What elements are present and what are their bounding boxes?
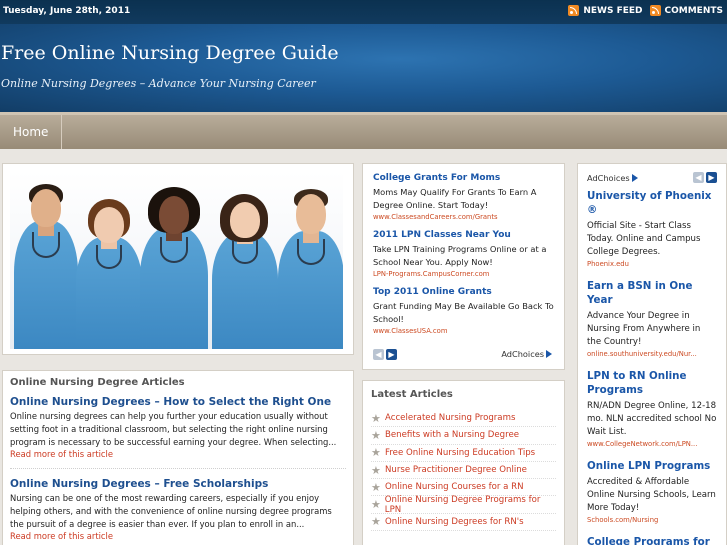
latest-articles-list: ★ Accelerated Nursing Programs ★ Benefits … <box>371 410 556 532</box>
ad-url[interactable]: www.CollegeNetwork.com/LPN... <box>587 440 717 448</box>
current-date: Tuesday, June 28th, 2011 <box>3 6 131 16</box>
chevron-left-icon[interactable]: ◀ <box>693 172 704 183</box>
feed-links: NEWS FEED COMMENTS <box>568 5 723 16</box>
ad-title[interactable]: 2011 LPN Classes Near You <box>373 230 554 240</box>
nurses-photo <box>10 171 343 349</box>
site-title[interactable]: Free Online Nursing Degree Guide <box>1 42 339 64</box>
star-icon: ★ <box>371 498 381 512</box>
ad-text: RN/ADN Degree Online, 12-18 mo. NLN accr… <box>587 401 717 437</box>
comments-feed-link[interactable]: COMMENTS <box>649 5 723 16</box>
news-feed-label: NEWS FEED <box>583 5 643 16</box>
hero-panel <box>2 163 354 355</box>
ad-url[interactable]: www.ClassesandCareers.com/Grants <box>373 213 554 221</box>
rss-icon <box>649 5 661 16</box>
chevron-right-icon[interactable]: ▶ <box>706 172 717 183</box>
list-item[interactable]: ★ Free Online Nursing Education Tips <box>371 445 556 462</box>
adchoices-icon <box>546 350 552 358</box>
rss-icon <box>568 5 580 16</box>
read-more-link[interactable]: Read more of this article <box>10 449 346 459</box>
star-icon: ★ <box>371 480 381 494</box>
comments-feed-label: COMMENTS <box>664 5 723 16</box>
star-icon: ★ <box>371 411 381 425</box>
ad-title[interactable]: University of Phoenix ® <box>587 189 717 217</box>
divider <box>10 468 346 469</box>
ad-url[interactable]: Schools.com/Nursing <box>587 516 717 524</box>
ad-text: Take LPN Training Programs Online or at … <box>373 244 547 267</box>
articles-heading: Online Nursing Degree Articles <box>10 377 185 388</box>
chevron-right-icon[interactable]: ▶ <box>386 349 397 360</box>
news-feed-link[interactable]: NEWS FEED <box>568 5 643 16</box>
ad-text: Advance Your Degree in Nursing From Anyw… <box>587 311 701 347</box>
ad-header: AdChoices ◀ ▶ <box>587 172 717 183</box>
list-item[interactable]: ★ Accelerated Nursing Programs <box>371 410 556 428</box>
latest-articles-heading: Latest Articles <box>371 389 453 400</box>
sponsored-ads-right: AdChoices ◀ ▶ University of Phoenix ® Of… <box>577 163 727 545</box>
adchoices-label: AdChoices <box>587 172 630 183</box>
list-item[interactable]: ★ Online Nursing Degree Programs for LPN <box>371 495 556 515</box>
ad-text: Accredited & Affordable Online Nursing S… <box>587 477 716 513</box>
adchoices-link[interactable]: AdChoices <box>587 173 638 183</box>
ad-title[interactable]: College Programs for <box>587 535 717 545</box>
list-item[interactable]: ★ Online Nursing Degrees for RN's <box>371 514 556 532</box>
adchoices-label: AdChoices <box>501 349 544 359</box>
articles-panel: Online Nursing Degree Articles Online Nu… <box>2 370 354 545</box>
star-icon: ★ <box>371 515 381 529</box>
sponsored-ads-middle: College Grants For Moms Moms May Qualify… <box>362 163 565 370</box>
ad-title[interactable]: College Grants For Moms <box>373 173 554 183</box>
ad-title[interactable]: Online LPN Programs <box>587 459 717 473</box>
adchoices-icon <box>631 173 638 182</box>
main-nav: Home <box>0 112 727 149</box>
ad-title[interactable]: LPN to RN Online Programs <box>587 369 717 397</box>
star-icon: ★ <box>371 463 381 477</box>
ad-url[interactable]: online.southuniversity.edu/Nur... <box>587 350 717 358</box>
ad-title[interactable]: Top 2011 Online Grants <box>373 287 554 297</box>
read-more-link[interactable]: Read more of this article <box>10 531 346 541</box>
nav-item-home[interactable]: Home <box>0 115 63 149</box>
latest-articles-panel: Latest Articles ★ Accelerated Nursing Pro… <box>362 380 565 545</box>
ad-text: Official Site - Start Class Today. Onlin… <box>587 221 701 257</box>
site-tagline: Online Nursing Degrees – Advance Your Nu… <box>1 77 316 90</box>
chevron-left-icon[interactable]: ◀ <box>373 349 384 360</box>
top-bar: Tuesday, June 28th, 2011 NEWS FEED COMME… <box>0 0 727 24</box>
ad-url[interactable]: Phoenix.edu <box>587 260 717 268</box>
star-icon: ★ <box>371 428 381 442</box>
adchoices-link[interactable]: AdChoices <box>501 349 552 359</box>
site-header: Free Online Nursing Degree Guide Online … <box>0 24 727 112</box>
ad-url[interactable]: www.ClassesUSA.com <box>373 327 554 335</box>
star-icon: ★ <box>371 446 381 460</box>
ad-text: Grant Funding May Be Available Go Back T… <box>373 301 554 324</box>
list-item[interactable]: ★ Nurse Practitioner Degree Online <box>371 462 556 480</box>
ad-pager: ◀ ▶ <box>373 349 397 360</box>
ad-pager: ◀ ▶ <box>693 172 717 183</box>
article-excerpt: Nursing can be one of the most rewarding… <box>10 493 332 529</box>
ad-text: Moms May Qualify For Grants To Earn A De… <box>373 187 537 210</box>
ad-url[interactable]: LPN-Programs.CampusCorner.com <box>373 270 554 278</box>
list-item[interactable]: ★ Benefits with a Nursing Degree <box>371 427 556 445</box>
article-excerpt: Online nursing degrees can help you furt… <box>10 411 337 447</box>
article-title[interactable]: Online Nursing Degrees – How to Select t… <box>10 396 346 408</box>
article-title[interactable]: Online Nursing Degrees – Free Scholarshi… <box>10 478 346 490</box>
ad-title[interactable]: Earn a BSN in One Year <box>587 279 717 307</box>
